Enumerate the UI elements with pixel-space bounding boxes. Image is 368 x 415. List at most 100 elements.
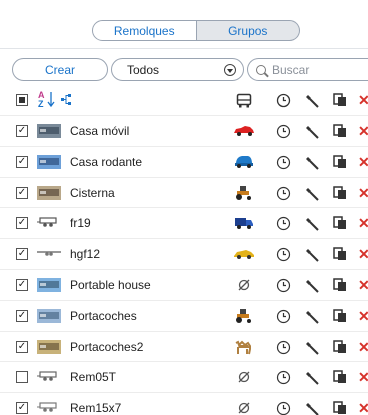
row-name: hgf12 [70, 247, 101, 261]
delete-icon[interactable]: ✕ [358, 370, 368, 384]
clock-icon[interactable] [276, 155, 291, 170]
wrench-icon [305, 93, 320, 108]
copy-icon[interactable] [333, 216, 347, 230]
wrench-icon[interactable] [305, 124, 319, 139]
delete-icon[interactable]: ✕ [358, 278, 368, 292]
copy-icon[interactable] [333, 124, 347, 138]
tab-group: Remolques Grupos [92, 20, 300, 41]
delete-icon[interactable]: ✕ [358, 216, 368, 230]
toolbar: Crear Todos Buscar [0, 48, 368, 90]
trailer-thumbnail [37, 216, 61, 230]
table-row[interactable]: ✓ Rem15x7 ✕ [0, 392, 368, 415]
delete-icon[interactable]: ✕ [358, 401, 368, 415]
delete-icon[interactable]: ✕ [358, 186, 368, 200]
table-row[interactable]: Rem05T ✕ [0, 361, 368, 391]
copy-icon[interactable] [333, 370, 347, 384]
wrench-icon[interactable] [305, 278, 319, 293]
row-checkbox[interactable]: ✓ [16, 279, 28, 291]
search-input[interactable]: Buscar [247, 58, 368, 81]
select-all-checkbox[interactable] [16, 94, 28, 106]
delete-all-icon[interactable]: ✕ [358, 93, 368, 107]
clock-icon[interactable] [276, 370, 291, 385]
clock-icon[interactable] [276, 247, 291, 262]
clock-icon[interactable] [276, 309, 291, 324]
camel-icon[interactable] [233, 340, 255, 355]
row-name: Cisterna [70, 186, 115, 200]
truck-blue-icon[interactable] [233, 216, 255, 230]
wrench-icon[interactable] [305, 370, 319, 385]
none-icon[interactable] [233, 370, 255, 384]
tab-remolques[interactable]: Remolques [92, 20, 197, 41]
filter-select[interactable]: Todos [111, 58, 244, 81]
row-name: Rem05T [70, 370, 117, 384]
search-placeholder: Buscar [272, 62, 310, 77]
trailer-thumbnail [37, 309, 61, 323]
row-name: Rem15x7 [70, 401, 122, 415]
delete-icon[interactable]: ✕ [358, 155, 368, 169]
none-icon[interactable] [233, 278, 255, 292]
clock-icon[interactable] [276, 216, 291, 231]
clock-icon[interactable] [276, 401, 291, 415]
filter-select-value: Todos [127, 62, 160, 77]
copy-icon[interactable] [333, 186, 347, 200]
sort-az-icon[interactable]: A Z [38, 90, 58, 108]
copy-icon[interactable] [333, 155, 347, 169]
copy-icon[interactable] [333, 278, 347, 292]
wrench-icon[interactable] [305, 216, 319, 231]
car-blue-icon[interactable] [233, 155, 255, 169]
wrench-icon[interactable] [305, 155, 319, 170]
table-row[interactable]: ✓ Casa móvil ✕ [0, 115, 368, 145]
clock-icon[interactable] [276, 278, 291, 293]
create-button[interactable]: Crear [12, 58, 108, 81]
wrench-icon[interactable] [305, 247, 319, 262]
copy-icon[interactable] [333, 309, 347, 323]
row-checkbox[interactable]: ✓ [16, 341, 28, 353]
wrench-icon[interactable] [305, 340, 319, 355]
table-row[interactable]: ✓ fr19 ✕ [0, 207, 368, 237]
bus-icon [236, 93, 252, 108]
row-checkbox[interactable]: ✓ [16, 248, 28, 260]
search-icon [256, 64, 266, 75]
copy-icon [333, 93, 347, 107]
table-row[interactable]: ✓ Portacoches2 ✕ [0, 331, 368, 361]
tractor-icon[interactable] [233, 309, 255, 323]
row-name: Portable house [70, 278, 151, 292]
delete-icon[interactable]: ✕ [358, 247, 368, 261]
copy-icon[interactable] [333, 340, 347, 354]
row-checkbox[interactable]: ✓ [16, 402, 28, 414]
copy-icon[interactable] [333, 401, 347, 415]
table-row[interactable]: ✓ Cisterna ✕ [0, 177, 368, 207]
clock-icon[interactable] [276, 340, 291, 355]
clock-icon[interactable] [276, 124, 291, 139]
tab-grupos[interactable]: Grupos [196, 20, 300, 41]
row-checkbox[interactable]: ✓ [16, 310, 28, 322]
trailer-thumbnail [37, 401, 61, 415]
wrench-icon[interactable] [305, 309, 319, 324]
trailer-thumbnail [37, 247, 61, 261]
delete-icon[interactable]: ✕ [358, 340, 368, 354]
row-checkbox[interactable]: ✓ [16, 156, 28, 168]
row-checkbox[interactable]: ✓ [16, 125, 28, 137]
delete-icon[interactable]: ✕ [358, 124, 368, 138]
wrench-icon[interactable] [305, 186, 319, 201]
clock-icon[interactable] [276, 186, 291, 201]
table-row[interactable]: ✓ hgf12 ✕ [0, 238, 368, 268]
table-row[interactable]: ✓ Portable house ✕ [0, 269, 368, 299]
tractor-icon[interactable] [233, 186, 255, 200]
row-checkbox[interactable]: ✓ [16, 217, 28, 229]
copy-icon[interactable] [333, 247, 347, 261]
delete-icon[interactable]: ✕ [358, 309, 368, 323]
wrench-icon[interactable] [305, 401, 319, 415]
row-checkbox[interactable] [16, 371, 28, 383]
group-tree-icon[interactable] [60, 93, 74, 107]
table-row[interactable]: ✓ Portacoches ✕ [0, 300, 368, 330]
row-name: Portacoches2 [70, 340, 144, 354]
table-row[interactable]: ✓ Casa rodante ✕ [0, 146, 368, 176]
car-yellow-icon[interactable] [233, 247, 255, 261]
none-icon[interactable] [233, 401, 255, 415]
row-checkbox[interactable]: ✓ [16, 187, 28, 199]
trailer-thumbnail [37, 124, 61, 138]
clock-icon [276, 93, 291, 108]
car-red-icon[interactable] [233, 124, 255, 138]
row-name: Portacoches [70, 309, 137, 323]
